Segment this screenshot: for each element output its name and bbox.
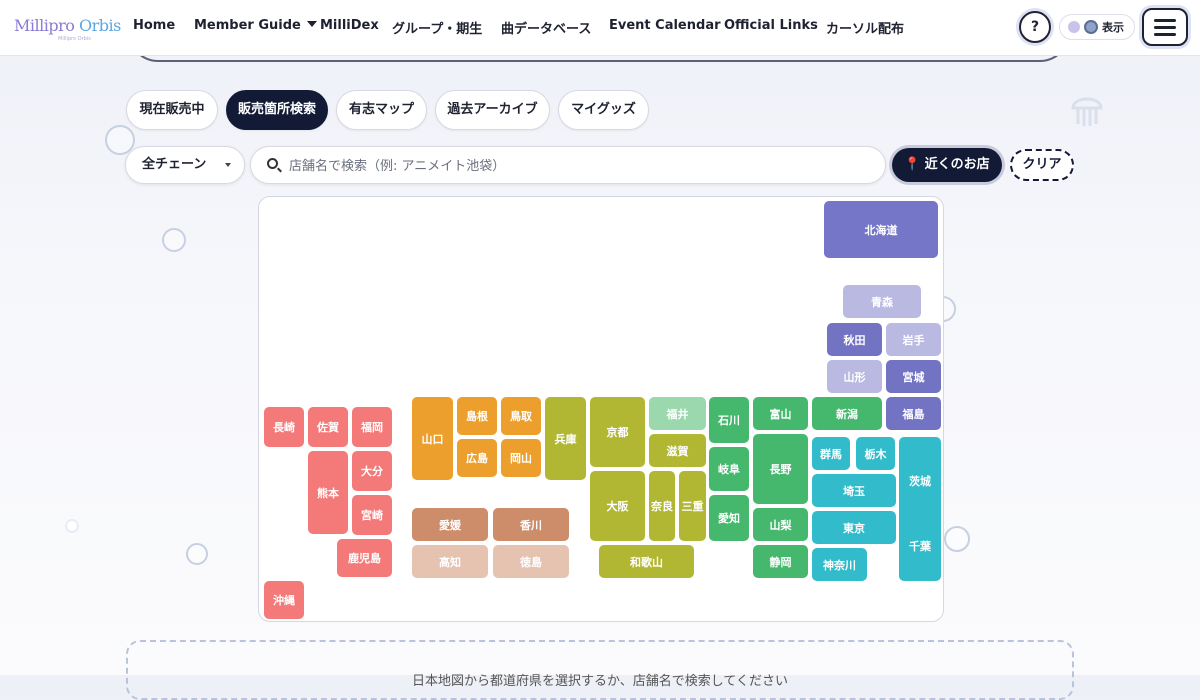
logo-text: Millipro (14, 16, 75, 35)
prefecture-nagasaki[interactable]: 長崎 (264, 407, 304, 447)
jellyfish-icon (1071, 97, 1103, 126)
prefecture-tottori[interactable]: 鳥取 (501, 397, 541, 435)
clear-button[interactable]: クリア (1010, 149, 1074, 181)
chevron-down-icon (225, 163, 231, 167)
caret-down-icon (306, 21, 317, 27)
prefecture-shimane[interactable]: 島根 (457, 397, 497, 435)
prefecture-mie[interactable]: 三重 (679, 471, 706, 541)
prefecture-ehime[interactable]: 愛媛 (412, 508, 488, 541)
display-label: 表示 (1102, 21, 1124, 34)
hamburger-menu-button[interactable] (1142, 8, 1188, 46)
display-toggle-button[interactable]: 表示 (1059, 14, 1135, 40)
avatar-icon (1084, 20, 1098, 34)
prefecture-tochigi[interactable]: 栃木 (856, 437, 895, 470)
nav-millidex[interactable]: MilliDex (320, 18, 379, 33)
prefecture-yamaguchi[interactable]: 山口 (412, 397, 453, 480)
prefecture-okayama[interactable]: 岡山 (501, 439, 541, 477)
prefecture-gifu[interactable]: 岐阜 (709, 447, 749, 491)
menu-line-icon (1154, 33, 1176, 36)
search-icon (267, 158, 278, 169)
prefecture-shiga[interactable]: 滋賀 (649, 434, 706, 467)
prefecture-gunma[interactable]: 群馬 (812, 437, 850, 470)
prefecture-oita[interactable]: 大分 (352, 451, 392, 491)
store-search-box (250, 146, 886, 184)
prefecture-hiroshima[interactable]: 広島 (457, 439, 497, 477)
nav-groups[interactable]: グループ・期生 (392, 18, 482, 37)
info-text: 日本地図から都道府県を選択するか、店舗名で検索してください (412, 674, 788, 689)
prefecture-iwate[interactable]: 岩手 (886, 323, 941, 356)
prefecture-nagano[interactable]: 長野 (753, 434, 808, 504)
bubble-decoration (186, 543, 208, 565)
menu-line-icon (1154, 26, 1176, 29)
prefecture-kanagawa[interactable]: 神奈川 (812, 548, 867, 581)
theme-icon (1068, 21, 1080, 33)
prefecture-yamanashi[interactable]: 山梨 (753, 508, 808, 541)
prefecture-miyagi[interactable]: 宮城 (886, 360, 941, 393)
nearby-stores-label: 近くのお店 (924, 157, 990, 172)
prefecture-toyama[interactable]: 富山 (753, 397, 808, 430)
prefecture-tokyo[interactable]: 東京 (812, 511, 896, 544)
bubble-decoration (944, 526, 970, 552)
tab-sales-location-search[interactable]: 販売箇所検索 (226, 90, 328, 130)
nav-cursor-distribution[interactable]: カーソル配布 (826, 18, 904, 37)
nav-song-database[interactable]: 曲データベース (501, 18, 591, 37)
top-navigation-bar: Millipro Orbis Millipro Orbis Home Membe… (0, 0, 1200, 56)
pin-icon: 📍 (904, 157, 921, 172)
tab-on-sale[interactable]: 現在販売中 (126, 90, 218, 130)
nav-member-guide[interactable]: Member Guide (194, 18, 317, 33)
nav-official-links[interactable]: Official Links (724, 18, 818, 33)
prefecture-fukui[interactable]: 福井 (649, 397, 706, 430)
prefecture-hokkaido[interactable]: 北海道 (824, 201, 938, 258)
prefecture-chiba[interactable]: 千葉 (899, 511, 941, 581)
prefecture-aomori[interactable]: 青森 (843, 285, 921, 318)
tab-past-archive[interactable]: 過去アーカイブ (435, 90, 550, 130)
menu-line-icon (1154, 19, 1176, 22)
prefecture-kagoshima[interactable]: 鹿児島 (337, 539, 392, 577)
tab-volunteer-map[interactable]: 有志マップ (336, 90, 427, 130)
nav-event-calendar[interactable]: Event Calendar (609, 18, 721, 33)
site-logo[interactable]: Millipro Orbis (14, 16, 121, 35)
prefecture-kochi[interactable]: 高知 (412, 545, 488, 578)
prefecture-kumamoto[interactable]: 熊本 (308, 451, 348, 534)
prefecture-wakayama[interactable]: 和歌山 (599, 545, 694, 578)
prefecture-kagawa[interactable]: 香川 (493, 508, 569, 541)
prefecture-hyogo[interactable]: 兵庫 (545, 397, 586, 480)
prefecture-tokushima[interactable]: 徳島 (493, 545, 569, 578)
prefecture-nara[interactable]: 奈良 (649, 471, 675, 541)
prefecture-yamagata[interactable]: 山形 (827, 360, 882, 393)
logo-accent: Orbis (78, 16, 121, 35)
help-button[interactable]: ? (1019, 11, 1051, 43)
prefecture-niigata[interactable]: 新潟 (812, 397, 882, 430)
japan-prefecture-map: 北海道 青森 秋田 岩手 山形 宮城 福島 石川 富山 新潟 福井 岐阜 長野 群馬 栃木 茨城 埼玉 愛知 山梨東… (258, 196, 944, 622)
bubble-decoration (65, 519, 79, 533)
tab-my-goods[interactable]: マイグッズ (558, 90, 649, 130)
store-search-input[interactable] (289, 155, 869, 177)
prefecture-kyoto[interactable]: 京都 (590, 397, 645, 467)
prefecture-saga[interactable]: 佐賀 (308, 407, 348, 447)
nav-member-guide-label: Member Guide (194, 18, 301, 33)
prefecture-akita[interactable]: 秋田 (827, 323, 882, 356)
logo-subtitle: Millipro Orbis (58, 36, 91, 42)
chain-select[interactable]: 全チェーン (125, 146, 245, 184)
bubble-decoration (162, 228, 186, 252)
info-box: 日本地図から都道府県を選択するか、店舗名で検索してください (126, 640, 1074, 700)
prefecture-fukushima[interactable]: 福島 (886, 397, 941, 430)
prefecture-fukuoka[interactable]: 福岡 (352, 407, 392, 447)
nav-home[interactable]: Home (133, 18, 175, 33)
prefecture-okinawa[interactable]: 沖縄 (264, 581, 304, 619)
prefecture-shizuoka[interactable]: 静岡 (753, 545, 808, 578)
prefecture-miyazaki[interactable]: 宮崎 (352, 495, 392, 535)
chain-select-value: 全チェーン (142, 157, 207, 172)
nearby-stores-button[interactable]: 📍 近くのお店 (892, 148, 1002, 182)
prefecture-ishikawa[interactable]: 石川 (709, 397, 749, 443)
prefecture-saitama[interactable]: 埼玉 (812, 474, 896, 507)
prefecture-aichi[interactable]: 愛知 (709, 495, 749, 541)
prefecture-osaka[interactable]: 大阪 (590, 471, 645, 541)
